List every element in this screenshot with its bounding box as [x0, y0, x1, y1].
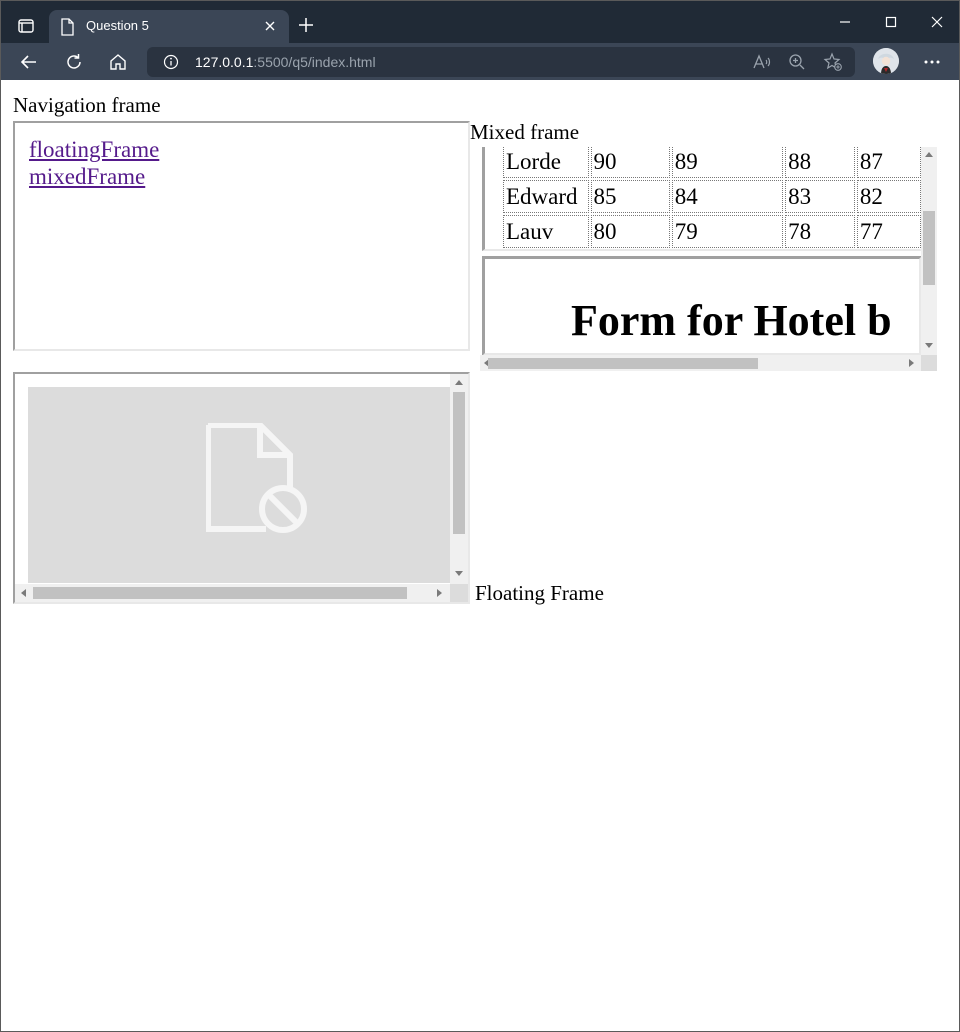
- new-tab-icon[interactable]: [295, 14, 317, 36]
- table-cell: 84: [671, 180, 784, 213]
- page-content: Navigation frame floatingFrame mixedFram…: [1, 81, 959, 1031]
- tab-question-5[interactable]: Question 5: [49, 10, 289, 43]
- title-bar: Question 5: [1, 1, 959, 43]
- table-row: Lauv 80 79 78 77: [503, 215, 921, 248]
- horizontal-scroll-thumb[interactable]: [33, 587, 407, 599]
- horizontal-scroll-thumb[interactable]: [488, 358, 758, 369]
- browser-window: Question 5 127.0.0.1:5500/q5/index.html …: [0, 0, 960, 1032]
- maximize-icon[interactable]: [880, 11, 902, 33]
- scrollbar-corner: [921, 355, 937, 371]
- tab-title: Question 5: [86, 18, 149, 33]
- window-close-icon[interactable]: [926, 11, 948, 33]
- table-cell: Edward: [503, 180, 589, 213]
- blocked-page-icon: [205, 422, 310, 540]
- zoom-icon[interactable]: [787, 52, 807, 77]
- scrollbar-corner: [450, 584, 468, 602]
- mixed-frame-vertical-scrollbar[interactable]: [921, 147, 937, 355]
- toolbar: 127.0.0.1:5500/q5/index.html: [1, 43, 959, 80]
- floating-frame-caption: Floating Frame: [475, 581, 604, 605]
- floating-frame-horizontal-scrollbar[interactable]: [15, 584, 450, 602]
- table-cell: 80: [590, 215, 670, 248]
- minimize-icon[interactable]: [834, 11, 856, 33]
- mixed-frame: Lorde 90 89 88 87 Edward 85 84 83 82 Lau…: [480, 147, 937, 371]
- scroll-right-arrow-icon[interactable]: [909, 359, 914, 367]
- favorites-add-icon[interactable]: [823, 52, 843, 77]
- table-cell: Lauv: [503, 215, 589, 248]
- mixed-frame-horizontal-scrollbar[interactable]: [480, 355, 921, 371]
- blocked-content-placeholder: [28, 387, 450, 583]
- url-path: :5500/q5/index.html: [253, 54, 376, 70]
- url-host: 127.0.0.1: [195, 54, 254, 70]
- scroll-up-arrow-icon[interactable]: [455, 380, 463, 385]
- table-row: Lorde 90 89 88 87: [503, 147, 921, 178]
- form-heading: Form for Hotel b: [571, 296, 892, 345]
- table-row: Edward 85 84 83 82: [503, 180, 921, 213]
- table-cell: 89: [671, 147, 784, 178]
- back-icon[interactable]: [18, 51, 40, 73]
- navigation-frame: floatingFrame mixedFrame: [13, 121, 470, 351]
- marks-table: Lorde 90 89 88 87 Edward 85 84 83 82 Lau…: [501, 147, 923, 249]
- tab-close-icon[interactable]: [261, 17, 279, 35]
- table-cell: 85: [590, 180, 670, 213]
- info-icon[interactable]: [163, 54, 179, 75]
- table-cell: 79: [671, 215, 784, 248]
- vertical-scroll-thumb[interactable]: [453, 392, 465, 534]
- vertical-scroll-thumb[interactable]: [923, 211, 935, 285]
- scroll-up-arrow-icon[interactable]: [925, 152, 933, 157]
- table-cell: 87: [856, 147, 921, 178]
- scroll-right-arrow-icon[interactable]: [437, 589, 442, 597]
- table-cell: 88: [785, 147, 855, 178]
- home-icon[interactable]: [107, 51, 129, 73]
- table-cell: 83: [785, 180, 855, 213]
- table-cell: 77: [856, 215, 921, 248]
- navigation-frame-caption: Navigation frame: [13, 93, 161, 117]
- refresh-icon[interactable]: [63, 51, 85, 73]
- read-aloud-icon[interactable]: [751, 52, 771, 77]
- address-bar[interactable]: 127.0.0.1:5500/q5/index.html: [147, 47, 855, 77]
- tab-actions-icon[interactable]: [11, 12, 39, 40]
- scroll-down-arrow-icon[interactable]: [455, 571, 463, 576]
- table-cell: 78: [785, 215, 855, 248]
- profile-avatar[interactable]: [873, 48, 899, 74]
- mixed-frame-link[interactable]: mixedFrame: [29, 163, 159, 190]
- hotel-form-frame: Form for Hotel b: [482, 256, 922, 356]
- marks-table-frame: Lorde 90 89 88 87 Edward 85 84 83 82 Lau…: [482, 147, 923, 251]
- floating-frame-link[interactable]: floatingFrame: [29, 136, 159, 163]
- page-icon: [59, 18, 75, 41]
- mixed-frame-caption: Mixed frame: [470, 120, 580, 144]
- more-menu-icon[interactable]: [921, 51, 943, 73]
- table-cell: 90: [590, 147, 670, 178]
- scroll-down-arrow-icon[interactable]: [925, 343, 933, 348]
- floating-frame: [13, 372, 470, 604]
- scroll-left-arrow-icon[interactable]: [21, 589, 26, 597]
- url-text: 127.0.0.1:5500/q5/index.html: [195, 54, 376, 70]
- table-cell: 82: [856, 180, 921, 213]
- table-cell: Lorde: [503, 147, 589, 178]
- floating-frame-vertical-scrollbar[interactable]: [450, 374, 468, 584]
